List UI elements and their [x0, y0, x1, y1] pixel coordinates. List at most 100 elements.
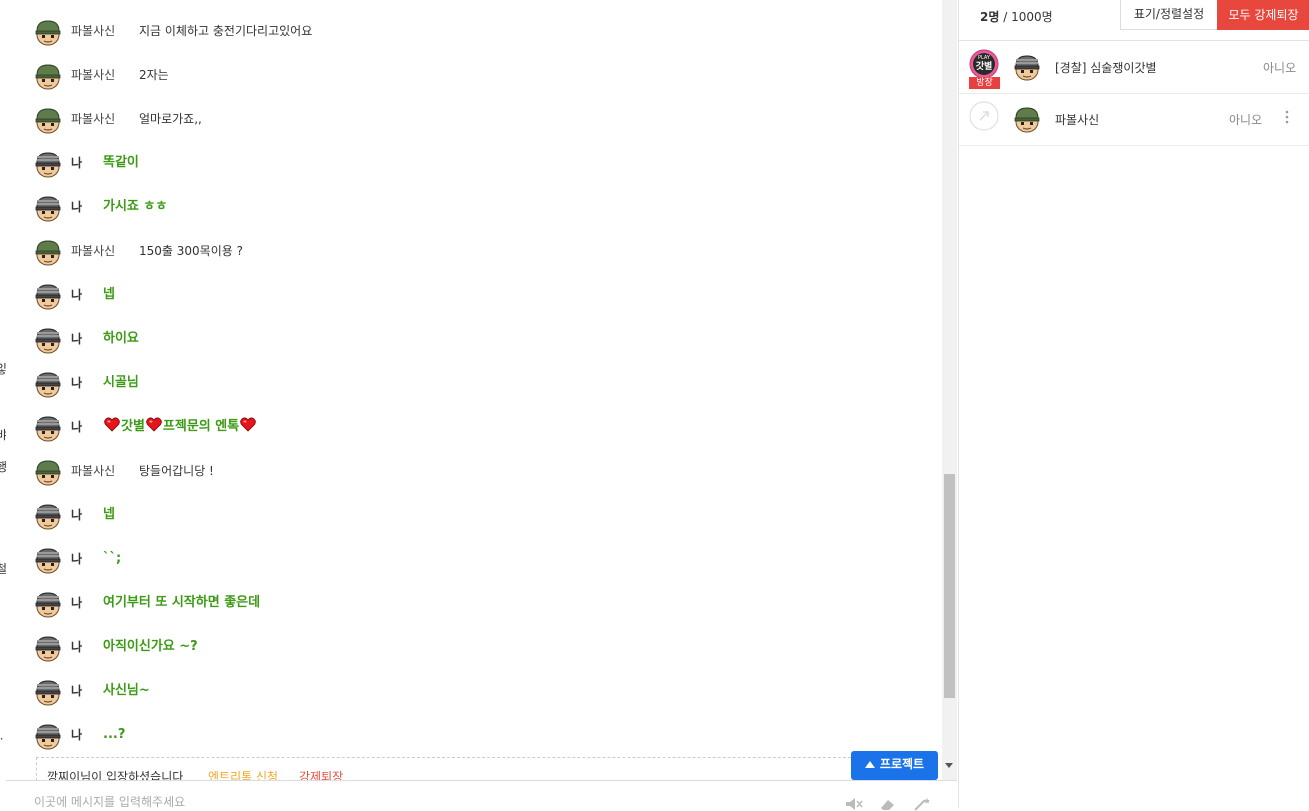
host-label: 방장 — [969, 77, 1000, 89]
user-name[interactable]: 파볼사신 — [1055, 111, 1099, 128]
user-row[interactable]: PLAY 갓별 방장 [경찰] 심술쟁이갓별 아니오 — [959, 41, 1309, 94]
chat-message: 나 ``; — [6, 548, 936, 592]
chat-message: 파볼사신 탕들어갑니당 ! — [6, 460, 936, 504]
chat-message-list[interactable]: 파볼사신지금 이체하고 충전기다리고있어요파볼사신2자는파볼사신얼마로가죠,,나… — [6, 0, 942, 757]
chat-nickname[interactable]: 나 — [71, 637, 82, 657]
chat-message-text: 사신님~ — [103, 681, 150, 701]
chat-message-text: 지금 이체하고 충전기다리고있어요 — [139, 21, 312, 41]
chat-message-text: ``; — [103, 549, 121, 569]
chat-avatar[interactable] — [34, 150, 62, 178]
chat-nickname[interactable]: 나 — [71, 549, 82, 569]
no-badge-icon — [969, 101, 999, 131]
chat-nickname[interactable]: 파볼사신 — [71, 109, 115, 129]
user-count: 2명 / 1000명 — [980, 8, 1053, 25]
host-badge-icon: PLAY 갓별 — [969, 49, 999, 79]
chat-nickname[interactable]: 파볼사신 — [71, 65, 115, 85]
chat-avatar[interactable] — [34, 414, 62, 442]
user-count-current: 2명 — [980, 10, 999, 24]
heart-icon — [240, 417, 256, 432]
chat-nickname[interactable]: 나 — [71, 417, 82, 437]
chat-avatar[interactable] — [34, 458, 62, 486]
chat-message-text: 아직이신가요 ~? — [103, 637, 198, 657]
chat-nickname[interactable]: 나 — [71, 329, 82, 349]
chat-message-text: 2자는 — [139, 65, 169, 85]
chat-input-bar — [6, 780, 957, 809]
chat-avatar[interactable] — [34, 634, 62, 662]
chat-message: 나 하이요 — [6, 328, 936, 372]
chat-message: 파볼사신 150출 300목이용 ? — [6, 240, 936, 284]
chat-message-text: 넵 — [103, 505, 115, 525]
scrollbar-thumb[interactable] — [944, 474, 955, 698]
chat-message: 파볼사신 지금 이체하고 충전기다리고있어요 — [6, 20, 936, 64]
chat-message-text: 얼마로가죠,, — [139, 109, 202, 129]
chat-avatar[interactable] — [34, 282, 62, 310]
scroll-down-arrow-icon[interactable] — [945, 763, 953, 768]
triangle-up-icon — [865, 761, 875, 768]
chat-message: 파볼사신 2자는 — [6, 64, 936, 108]
chat-message-text: 똑같이 — [103, 153, 139, 173]
chat-nickname[interactable]: 나 — [71, 725, 82, 745]
chat-nickname[interactable]: 나 — [71, 153, 82, 173]
more-options-icon[interactable] — [1285, 109, 1289, 125]
chat-nickname[interactable]: 나 — [71, 285, 82, 305]
chat-nickname[interactable]: 나 — [71, 593, 82, 613]
chat-avatar[interactable] — [34, 502, 62, 530]
user-count-separator: / — [999, 10, 1011, 24]
entry-notice: 깡찌이님이 입장하셨습니다 엔트리톡 신청 강제퇴장 — [36, 757, 856, 781]
user-count-max: 1000명 — [1011, 10, 1053, 24]
protect-button[interactable]: 프로젝트 — [851, 751, 938, 780]
chat-avatar[interactable] — [34, 678, 62, 706]
chat-nickname[interactable]: 나 — [71, 197, 82, 217]
display-sort-settings-button[interactable]: 표기/정렬설정 — [1120, 0, 1218, 30]
heart-icon — [146, 417, 162, 432]
protect-button-label: 프로젝트 — [880, 757, 924, 771]
mute-icon[interactable] — [844, 797, 864, 811]
chat-avatar[interactable] — [34, 590, 62, 618]
user-avatar — [1013, 53, 1041, 81]
chat-message: 나 사신님~ — [6, 680, 936, 724]
chat-message: 나 여기부터 또 시작하면 좋은데 — [6, 592, 936, 636]
chat-message-text: ...? — [103, 725, 125, 745]
chat-avatar[interactable] — [34, 238, 62, 266]
chat-avatar[interactable] — [34, 546, 62, 574]
chat-message-text: 하이요 — [103, 329, 139, 349]
magic-wand-icon[interactable] — [912, 797, 932, 811]
heart-icon — [104, 417, 120, 432]
user-status: 아니오 — [1229, 111, 1262, 128]
user-list-header: 2명 / 1000명 표기/정렬설정 모두 강제퇴장 — [959, 0, 1309, 41]
chat-nickname[interactable]: 파볼사신 — [71, 21, 115, 41]
chat-avatar[interactable] — [34, 326, 62, 354]
eraser-icon[interactable] — [878, 797, 898, 811]
kick-all-button[interactable]: 모두 강제퇴장 — [1217, 0, 1309, 30]
chat-nickname[interactable]: 나 — [71, 681, 82, 701]
chat-message-text: 넵 — [103, 285, 115, 305]
chat-message: 나넵 — [6, 284, 936, 328]
chat-nickname[interactable]: 파볼사신 — [71, 241, 115, 261]
chat-avatar[interactable] — [34, 194, 62, 222]
chat-nickname[interactable]: 파볼사신 — [71, 461, 115, 481]
chat-input[interactable] — [34, 795, 814, 809]
badge-text: 갓별 — [976, 60, 993, 72]
chat-message-text: 갓별프젝문의 엔톡 — [103, 417, 257, 437]
chat-nickname[interactable]: 나 — [71, 373, 82, 393]
chat-nickname[interactable]: 나 — [71, 505, 82, 525]
chat-message-text: 여기부터 또 시작하면 좋은데 — [103, 593, 260, 613]
chat-message-text: 시골님 — [103, 373, 139, 393]
chat-message: 나 갓별프젝문의 엔톡 — [6, 416, 936, 460]
chat-scrollbar[interactable] — [942, 0, 957, 780]
chat-avatar[interactable] — [34, 18, 62, 46]
chat-avatar[interactable] — [34, 62, 62, 90]
chat-panel: 파볼사신지금 이체하고 충전기다리고있어요파볼사신2자는파볼사신얼마로가죠,,나… — [6, 0, 957, 808]
badge-top-text: PLAY — [978, 55, 991, 61]
user-avatar — [1013, 105, 1041, 133]
chat-avatar[interactable] — [34, 722, 62, 750]
user-row[interactable]: 파볼사신 아니오 — [959, 93, 1309, 146]
chat-message-text: 탕들어갑니당 ! — [139, 461, 214, 481]
chat-avatar[interactable] — [34, 106, 62, 134]
chat-message-text: 150출 300목이용 ? — [139, 241, 243, 261]
user-name[interactable]: [경찰] 심술쟁이갓별 — [1055, 59, 1157, 76]
chat-message: 파볼사신 얼마로가죠,, — [6, 108, 936, 152]
chat-message: 나 아직이신가요 ~? — [6, 636, 936, 680]
chat-message-text: 가시죠 ㅎㅎ — [103, 197, 167, 217]
chat-avatar[interactable] — [34, 370, 62, 398]
